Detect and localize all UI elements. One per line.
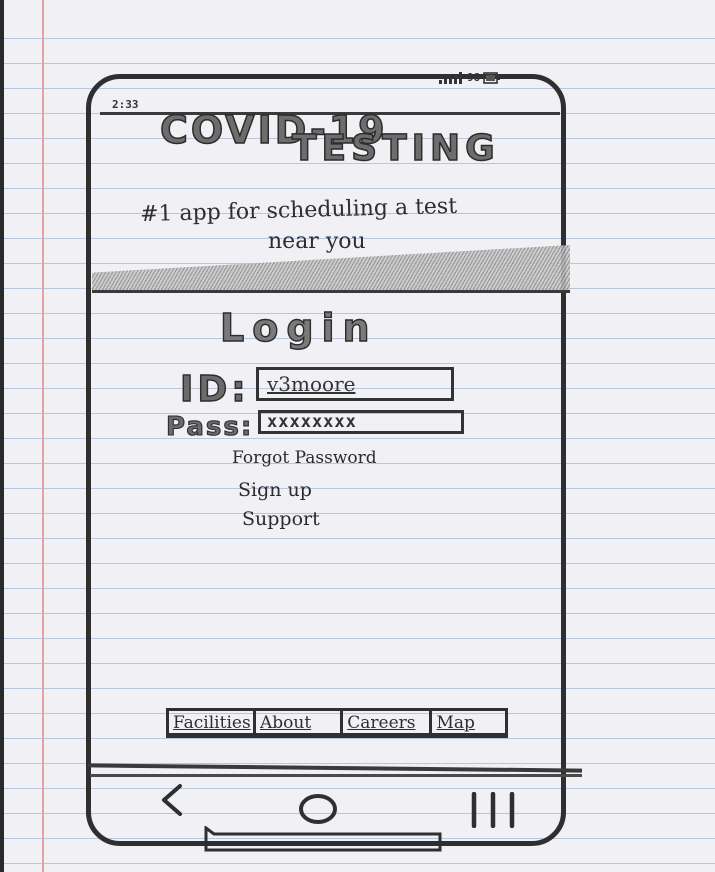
notebook-paper: 2:33 98 COVID-19 TESTING #1 app for sche… [0, 0, 715, 872]
status-icons: 98 [438, 71, 501, 84]
app-title-line2: TESTING [291, 127, 500, 170]
password-input[interactable] [258, 410, 464, 434]
home-circle-icon[interactable] [296, 792, 340, 826]
back-chevron-icon[interactable] [156, 782, 188, 818]
bottom-tab-bar: Facilities About Careers Map [166, 708, 508, 738]
status-time: 2:33 [112, 98, 139, 111]
tab-about[interactable]: About [256, 711, 344, 733]
pass-label: Pass: [165, 411, 254, 442]
tab-facilities[interactable]: Facilities [169, 711, 256, 733]
id-label: ID: [179, 368, 250, 410]
login-title: Login [219, 305, 378, 350]
recents-bars-icon[interactable] [464, 792, 522, 828]
battery-percent: 98 [467, 71, 481, 84]
header-divider [92, 290, 570, 293]
tagline-line2: near you [268, 229, 366, 254]
forgot-password-link[interactable]: Forgot Password [232, 448, 377, 468]
margin-line [42, 0, 44, 872]
tab-careers[interactable]: Careers [343, 711, 433, 733]
phone-bottom-notch [204, 826, 442, 852]
sign-up-link[interactable]: Sign up [238, 479, 312, 501]
id-input[interactable] [256, 367, 454, 401]
nav-bar-divider-inner [90, 774, 582, 777]
signal-bars-icon [439, 71, 462, 84]
tab-map[interactable]: Map [432, 711, 505, 733]
support-link[interactable]: Support [242, 508, 320, 530]
battery-icon [483, 71, 501, 84]
